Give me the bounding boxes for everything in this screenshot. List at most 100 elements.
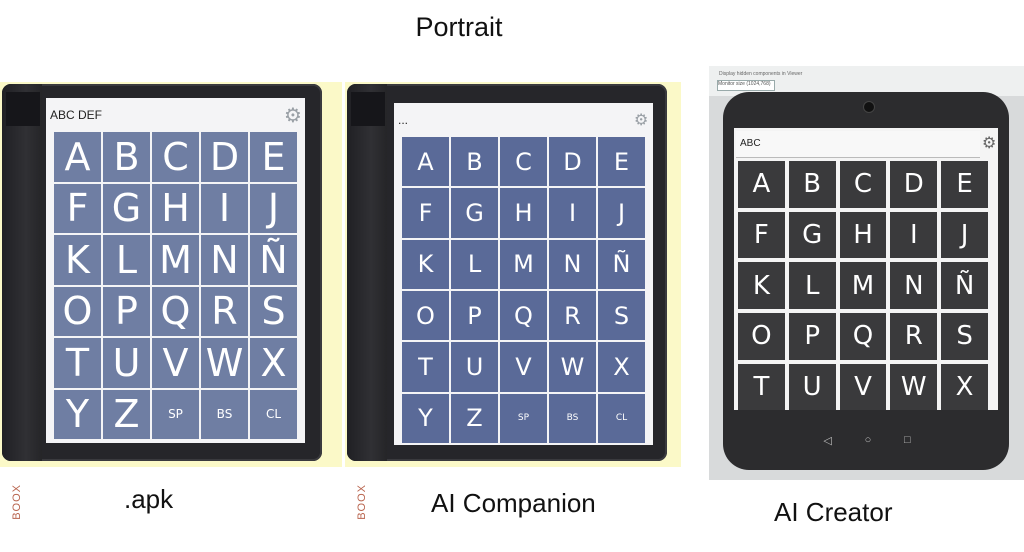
key-f[interactable]: F (402, 188, 449, 238)
key-s[interactable]: S (941, 313, 988, 360)
key-u[interactable]: U (103, 338, 150, 388)
key-h[interactable]: H (500, 188, 547, 238)
gear-icon[interactable]: ⚙ (284, 106, 302, 126)
key-cl[interactable]: CL (250, 389, 297, 439)
key-t[interactable]: T (402, 342, 449, 392)
caption-companion: AI Companion (431, 488, 596, 518)
key-q[interactable]: Q (500, 290, 547, 341)
key-j[interactable]: J (941, 211, 988, 259)
key-j[interactable]: J (250, 183, 297, 233)
key-g[interactable]: G (451, 188, 498, 238)
key-o[interactable]: O (54, 286, 101, 336)
key-sp[interactable]: SP (500, 393, 547, 443)
key-ñ[interactable]: Ñ (941, 262, 988, 309)
key-h[interactable]: H (152, 183, 199, 233)
key-z[interactable]: Z (103, 389, 150, 439)
key-w[interactable]: W (549, 342, 596, 392)
key-t[interactable]: T (54, 338, 101, 388)
photo-creator: Display hidden components in Viewer Moni… (709, 66, 1024, 480)
key-s[interactable]: S (250, 286, 297, 336)
key-x[interactable]: X (250, 338, 297, 388)
key-ñ[interactable]: Ñ (598, 239, 645, 289)
keyboard-grid: ABCDE FGHIJ KLMNÑ OPQRS TUVWX YZSPBSCL (402, 137, 645, 443)
key-k[interactable]: K (402, 239, 449, 289)
key-w[interactable]: W (201, 338, 248, 388)
key-n[interactable]: N (549, 239, 596, 289)
key-i[interactable]: I (549, 188, 596, 238)
key-v[interactable]: V (500, 342, 547, 392)
key-f[interactable]: F (54, 183, 101, 233)
key-i[interactable]: I (201, 183, 248, 233)
key-q[interactable]: Q (152, 286, 199, 336)
key-e[interactable]: E (598, 137, 645, 187)
brand-label: BOOX (11, 484, 23, 520)
key-m[interactable]: M (152, 235, 199, 285)
key-w[interactable]: W (890, 363, 938, 410)
key-a[interactable]: A (402, 137, 449, 187)
key-p[interactable]: P (788, 313, 836, 360)
key-a[interactable]: A (738, 161, 785, 208)
key-l[interactable]: L (103, 235, 150, 285)
key-r[interactable]: R (890, 313, 938, 360)
key-s[interactable]: S (598, 290, 645, 341)
key-a[interactable]: A (54, 132, 101, 182)
key-z[interactable]: Z (451, 393, 498, 443)
key-g[interactable]: G (788, 211, 836, 259)
key-l[interactable]: L (788, 262, 836, 309)
key-bs[interactable]: BS (549, 393, 596, 443)
key-cl[interactable]: CL (598, 393, 645, 443)
key-n[interactable]: N (890, 262, 938, 309)
key-b[interactable]: B (788, 161, 836, 208)
key-e[interactable]: E (250, 132, 297, 182)
key-m[interactable]: M (500, 239, 547, 289)
home-icon[interactable]: ○ (865, 434, 872, 447)
key-p[interactable]: P (103, 286, 150, 336)
key-r[interactable]: R (549, 290, 596, 341)
key-p[interactable]: P (451, 290, 498, 341)
key-t[interactable]: T (738, 363, 785, 410)
key-c[interactable]: C (839, 161, 887, 208)
gear-icon[interactable]: ⚙ (634, 113, 648, 129)
key-l[interactable]: L (451, 239, 498, 289)
key-q[interactable]: Q (839, 313, 887, 360)
key-k[interactable]: K (738, 262, 785, 309)
key-x[interactable]: X (941, 363, 988, 410)
back-icon[interactable]: ◁ (823, 434, 831, 447)
key-d[interactable]: D (549, 137, 596, 187)
key-d[interactable]: D (201, 132, 248, 182)
page-title: Portrait (415, 12, 503, 42)
key-o[interactable]: O (402, 290, 449, 341)
key-b[interactable]: B (451, 137, 498, 187)
keyboard-grid: ABCDEFGHIJKLMNÑOPQRSTUVWXYZSPBSCL (738, 161, 988, 410)
key-n[interactable]: N (201, 235, 248, 285)
key-i[interactable]: I (890, 211, 938, 259)
key-u[interactable]: U (451, 342, 498, 392)
key-h[interactable]: H (839, 211, 887, 259)
key-v[interactable]: V (152, 338, 199, 388)
key-v[interactable]: V (839, 363, 887, 410)
key-r[interactable]: R (201, 286, 248, 336)
key-m[interactable]: M (839, 262, 887, 309)
key-d[interactable]: D (890, 161, 938, 208)
key-k[interactable]: K (54, 235, 101, 285)
key-o[interactable]: O (738, 313, 785, 360)
key-j[interactable]: J (598, 188, 645, 238)
key-bs[interactable]: BS (201, 389, 248, 439)
key-b[interactable]: B (103, 132, 150, 182)
key-ñ[interactable]: Ñ (250, 235, 297, 285)
key-y[interactable]: Y (402, 393, 449, 443)
key-sp[interactable]: SP (152, 389, 199, 439)
key-c[interactable]: C (152, 132, 199, 182)
key-u[interactable]: U (788, 363, 836, 410)
recents-icon[interactable]: □ (904, 434, 911, 447)
key-y[interactable]: Y (54, 389, 101, 439)
text-display: ABC DEF (50, 108, 103, 122)
key-x[interactable]: X (598, 342, 645, 392)
key-g[interactable]: G (103, 183, 150, 233)
screen-companion: ... ⚙ A B C D E F G H I J K L M N Ñ O P Q R S T U V W X Y Z SP BS CL (394, 103, 653, 445)
gear-icon[interactable]: ⚙ (982, 136, 996, 152)
key-e[interactable]: E (941, 161, 988, 208)
option-checkbox-label: Display hidden components in Viewer (719, 71, 803, 77)
key-f[interactable]: F (738, 211, 785, 259)
key-c[interactable]: C (500, 137, 547, 187)
